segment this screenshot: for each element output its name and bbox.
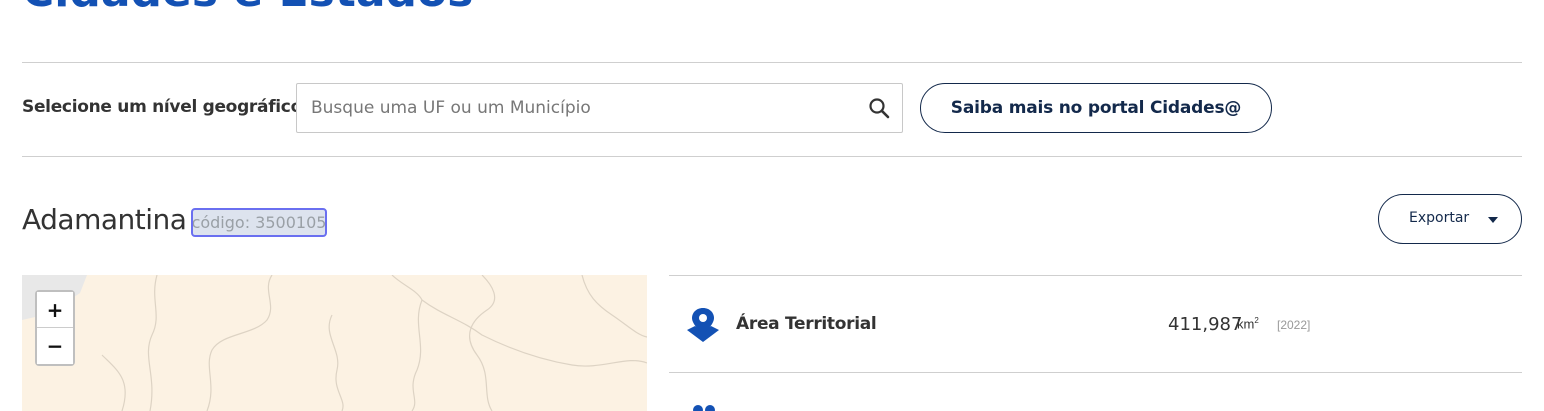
search-input[interactable]	[297, 84, 837, 132]
indicator-row-area: Área Territorial 411,987 km2 [2022]	[669, 275, 1522, 373]
location-map[interactable]: + −	[22, 275, 647, 411]
divider	[22, 156, 1522, 157]
zoom-in-button[interactable]: +	[37, 292, 73, 328]
zoom-out-button[interactable]: −	[37, 328, 73, 364]
caret-down-icon	[1488, 217, 1498, 223]
export-button[interactable]: Exportar	[1378, 194, 1522, 244]
portal-cidades-button[interactable]: Saiba mais no portal Cidades@	[920, 83, 1272, 133]
population-icon	[693, 405, 715, 411]
map-boundaries	[22, 275, 647, 411]
search-box	[296, 83, 903, 133]
indicator-label: Área Territorial	[736, 314, 877, 334]
zoom-control: + −	[35, 290, 75, 366]
indicator-year: [2022]	[1277, 318, 1311, 332]
export-label: Exportar	[1409, 210, 1470, 226]
location-code-badge[interactable]: código: 3500105	[191, 208, 327, 237]
geo-level-label: Selecione um nível geográfico	[22, 97, 302, 117]
search-icon[interactable]	[868, 97, 890, 119]
page-title: Cidades e Estados	[22, 0, 473, 17]
location-name: Adamantina	[22, 203, 187, 236]
map-pin-icon	[687, 308, 719, 342]
indicator-unit: km2	[1237, 316, 1259, 332]
indicator-value: 411,987	[1168, 314, 1243, 335]
divider	[22, 62, 1522, 63]
